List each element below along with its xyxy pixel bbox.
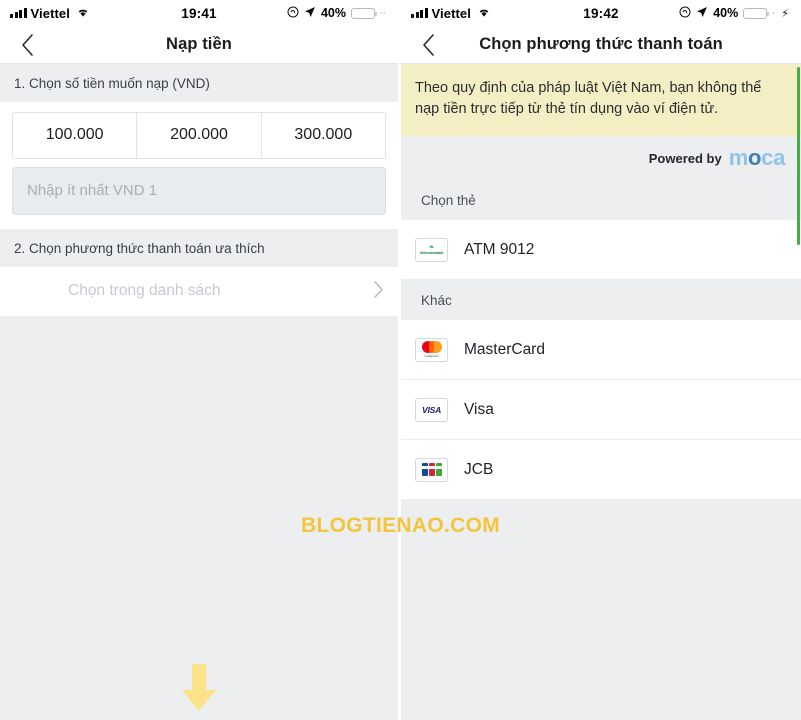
vertical-scrollbar[interactable] — [797, 67, 800, 245]
chevron-right-icon — [374, 280, 384, 303]
right-status-right-group: 40% · ⚡ — [679, 6, 789, 21]
payment-method-select[interactable]: Chọn trong danh sách — [0, 267, 398, 316]
battery-percent: 40% — [713, 6, 739, 20]
mastercard-icon: mastercard — [415, 337, 448, 362]
list-bottom-gap — [401, 500, 801, 515]
vietcombank-card-icon: ❧ Vietcombank — [415, 237, 448, 262]
moca-logo-c: c — [761, 145, 774, 171]
card-option-label: MasterCard — [464, 340, 545, 358]
jcb-icon — [415, 457, 448, 482]
step2-label: 2. Chọn phương thức thanh toán ưa thích — [0, 229, 398, 267]
dual-screenshot-container: Viettel 19:41 40% ·· Nạp tiền 1. Chọn số… — [0, 0, 801, 720]
right-status-bar: Viettel 19:42 40% · ⚡ — [401, 0, 801, 26]
signal-bars-icon — [10, 8, 27, 18]
saved-card-row[interactable]: ❧ Vietcombank ATM 9012 — [401, 220, 801, 281]
wifi-icon — [477, 6, 491, 21]
location-arrow-icon — [696, 6, 708, 21]
step1-label: 1. Chọn số tiền muốn nạp (VND) — [0, 64, 398, 102]
powered-by-label: Powered by — [648, 150, 722, 166]
battery-icon — [351, 7, 377, 19]
card-option-mastercard[interactable]: mastercard MasterCard — [401, 320, 801, 381]
down-arrow-annotation-icon — [182, 664, 216, 711]
moca-logo-m: m — [728, 145, 749, 171]
left-phone-screen: Viettel 19:41 40% ·· Nạp tiền 1. Chọn số… — [0, 0, 398, 720]
lightning-bolt-icon: ⚡ — [781, 7, 789, 20]
saved-card-label: ATM 9012 — [464, 240, 535, 258]
payment-method-placeholder: Chọn trong danh sách — [68, 282, 221, 299]
carrier-name: Viettel — [431, 5, 471, 21]
left-status-carrier-group: Viettel — [10, 6, 90, 21]
quick-amount-button[interactable]: 200.000 — [137, 113, 262, 158]
moca-logo-a: a — [773, 145, 785, 171]
page-title: Chọn phương thức thanh toán — [479, 35, 723, 53]
back-button[interactable] — [401, 33, 455, 57]
other-cards-header: Khác — [401, 280, 801, 321]
wifi-icon — [76, 6, 90, 21]
quick-amount-button[interactable]: 100.000 — [13, 113, 138, 158]
left-status-right-group: 40% ·· — [287, 6, 386, 21]
quick-amount-row: 100.000 200.000 300.000 — [12, 112, 386, 159]
alarm-icon — [287, 6, 299, 21]
left-status-bar: Viettel 19:41 40% ·· — [0, 0, 398, 26]
card-option-jcb[interactable]: JCB — [401, 440, 801, 501]
battery-icon — [743, 7, 770, 19]
card-option-label: Visa — [464, 400, 494, 418]
card-option-label: JCB — [464, 460, 494, 478]
visa-icon: VISA — [415, 397, 448, 422]
amount-input[interactable] — [12, 167, 386, 215]
alarm-icon — [679, 6, 691, 21]
chevron-left-icon — [423, 33, 434, 56]
left-nav-bar: Nạp tiền — [0, 26, 398, 63]
moca-logo-o: o — [747, 145, 762, 171]
amount-section: 100.000 200.000 300.000 — [0, 102, 398, 229]
chevron-left-icon — [22, 33, 33, 56]
saved-cards-header: Chọn thẻ — [401, 180, 801, 221]
page-title: Nạp tiền — [166, 35, 232, 53]
right-screen-body: Theo quy định của pháp luật Việt Nam, bạ… — [401, 64, 801, 720]
right-status-carrier-group: Viettel — [411, 6, 491, 21]
card-option-visa[interactable]: VISA Visa — [401, 380, 801, 441]
location-arrow-icon — [304, 6, 316, 21]
powered-by-row: Powered by moca — [401, 136, 801, 181]
carrier-name: Viettel — [30, 5, 70, 21]
moca-logo: moca — [728, 145, 786, 171]
status-trailing-dots: ·· — [380, 8, 386, 18]
signal-bars-icon — [411, 8, 428, 18]
back-button[interactable] — [0, 33, 54, 57]
battery-percent: 40% — [320, 6, 346, 20]
quick-amount-button[interactable]: 300.000 — [261, 113, 385, 158]
right-nav-bar: Chọn phương thức thanh toán — [401, 26, 801, 63]
left-screen-body: 1. Chọn số tiền muốn nạp (VND) 100.000 2… — [0, 64, 398, 720]
amount-section-top-pad — [0, 102, 398, 112]
amount-section-bottom-pad — [0, 215, 398, 229]
down-arrow-annotation — [0, 664, 398, 712]
status-trailing-dots: · — [772, 8, 776, 18]
legal-notice: Theo quy định của pháp luật Việt Nam, bạ… — [401, 64, 801, 137]
right-phone-screen: Viettel 19:42 40% · ⚡ Chọn phương thức t… — [401, 0, 801, 720]
